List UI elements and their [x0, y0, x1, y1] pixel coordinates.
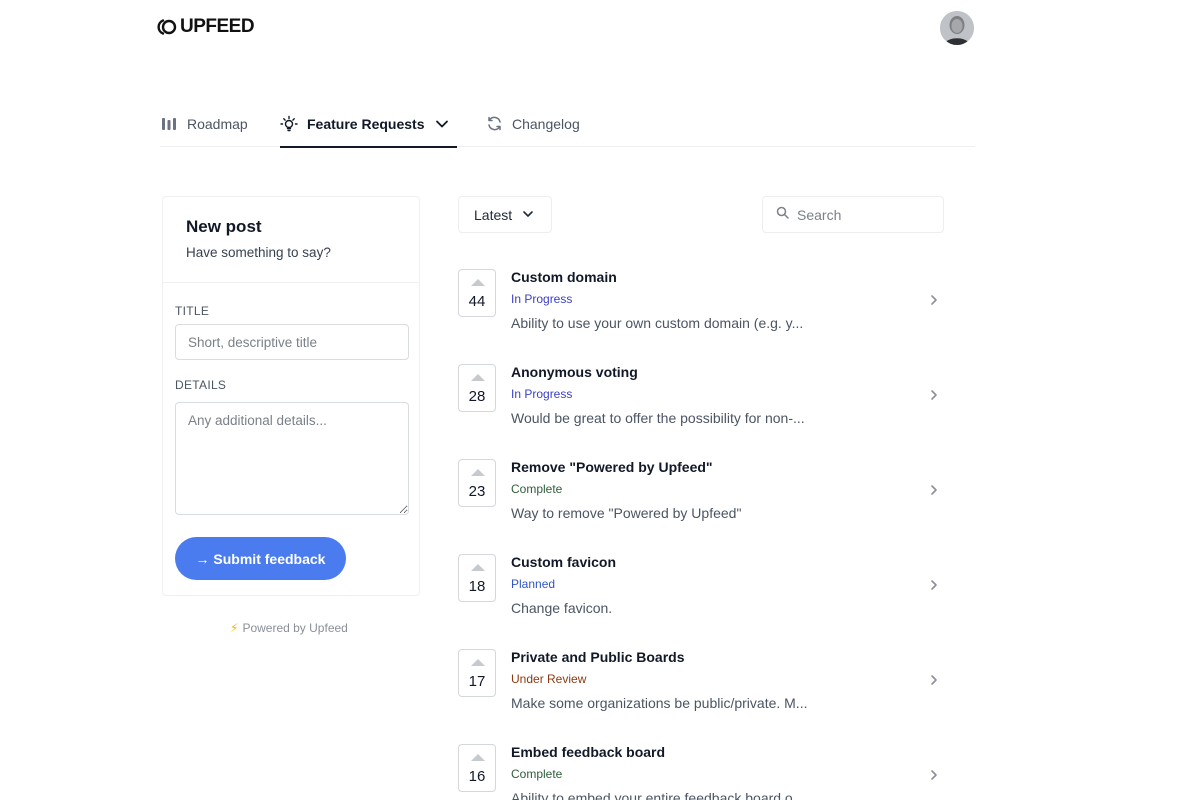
post-item[interactable]: 16 Embed feedback board Complete Ability…	[458, 744, 944, 800]
chevron-right-icon	[928, 483, 940, 495]
roadmap-bars-icon	[160, 115, 178, 133]
new-post-subtitle: Have something to say?	[186, 245, 331, 260]
brand-name: UPFEED	[180, 16, 255, 37]
search-box[interactable]	[762, 196, 944, 233]
chevron-right-icon	[928, 388, 940, 400]
upvote-button[interactable]: 17	[458, 649, 496, 697]
post-description: Would be great to offer the possibility …	[511, 410, 805, 426]
chevron-right-icon	[928, 768, 940, 780]
details-field-label: DETAILS	[175, 378, 227, 392]
upvote-arrow-icon	[471, 469, 485, 476]
tab-changelog-label: Changelog	[512, 115, 580, 132]
post-item[interactable]: 44 Custom domain In Progress Ability to …	[458, 269, 944, 349]
main-tabs: Roadmap Feature Requests Changelog	[160, 100, 975, 148]
tab-changelog[interactable]: Changelog	[485, 100, 580, 147]
post-item[interactable]: 18 Custom favicon Planned Change favicon…	[458, 554, 944, 634]
lightning-icon: ⚡	[230, 621, 239, 635]
vote-count: 23	[468, 483, 486, 500]
chevron-down-icon	[433, 115, 451, 133]
new-post-card: New post Have something to say? TITLE DE…	[162, 196, 420, 596]
active-tab-indicator	[280, 146, 458, 148]
upvote-button[interactable]: 28	[458, 364, 496, 412]
chevron-down-icon	[522, 207, 534, 223]
post-title: Custom favicon	[511, 554, 617, 570]
new-post-header: New post Have something to say?	[163, 197, 419, 283]
status-badge: In Progress	[511, 387, 573, 401]
post-title: Private and Public Boards	[511, 649, 685, 665]
lightbulb-icon	[280, 115, 298, 133]
details-textarea[interactable]	[175, 402, 409, 515]
tab-feature-requests[interactable]: Feature Requests	[280, 100, 458, 148]
chevron-right-icon	[928, 578, 940, 590]
sort-label: Latest	[474, 206, 513, 223]
status-badge: In Progress	[511, 292, 573, 306]
brand-logo[interactable]: UPFEED	[155, 16, 255, 38]
upvote-button[interactable]: 23	[458, 459, 496, 507]
post-title: Remove "Powered by Upfeed"	[511, 459, 713, 475]
post-description: Change favicon.	[511, 600, 613, 616]
status-badge: Planned	[511, 577, 556, 591]
upfeed-logo-icon	[155, 18, 177, 36]
post-item[interactable]: 23 Remove "Powered by Upfeed" Complete W…	[458, 459, 944, 539]
upvote-arrow-icon	[471, 754, 485, 761]
chevron-right-icon	[928, 673, 940, 685]
new-post-title: New post	[186, 217, 262, 236]
user-avatar[interactable]	[940, 11, 974, 45]
upvote-button[interactable]: 44	[458, 269, 496, 317]
tab-roadmap[interactable]: Roadmap	[160, 100, 248, 147]
status-badge: Complete	[511, 482, 563, 496]
powered-by-label: Powered by Upfeed	[242, 621, 348, 635]
vote-count: 44	[468, 293, 486, 310]
post-description: Ability to use your own custom domain (e…	[511, 315, 804, 331]
title-field-label: TITLE	[175, 304, 210, 318]
upvote-arrow-icon	[471, 659, 485, 666]
powered-by-link[interactable]: ⚡ Powered by Upfeed	[230, 621, 348, 635]
chevron-right-icon	[928, 293, 940, 305]
post-description: Way to remove "Powered by Upfeed"	[511, 505, 742, 521]
vote-count: 18	[468, 578, 486, 595]
tab-roadmap-label: Roadmap	[187, 115, 248, 132]
post-title: Embed feedback board	[511, 744, 666, 760]
search-input[interactable]	[797, 206, 937, 223]
post-description: Ability to embed your entire feedback bo…	[511, 790, 805, 800]
post-item[interactable]: 28 Anonymous voting In Progress Would be…	[458, 364, 944, 444]
post-title: Custom domain	[511, 269, 617, 285]
upvote-arrow-icon	[471, 374, 485, 381]
post-title: Anonymous voting	[511, 364, 638, 380]
vote-count: 16	[468, 768, 486, 785]
upvote-arrow-icon	[471, 279, 485, 286]
upvote-arrow-icon	[471, 564, 485, 571]
title-input[interactable]	[175, 324, 409, 360]
submit-feedback-button[interactable]: → Submit feedback	[175, 537, 346, 580]
post-item[interactable]: 17 Private and Public Boards Under Revie…	[458, 649, 944, 729]
post-description: Make some organizations be public/privat…	[511, 695, 808, 711]
vote-count: 28	[468, 388, 486, 405]
search-icon	[776, 206, 789, 224]
refresh-icon	[485, 115, 503, 133]
upvote-button[interactable]: 16	[458, 744, 496, 792]
status-badge: Complete	[511, 767, 563, 781]
upvote-button[interactable]: 18	[458, 554, 496, 602]
tab-feature-requests-label: Feature Requests	[307, 115, 425, 132]
sort-dropdown[interactable]: Latest	[458, 196, 552, 233]
status-badge: Under Review	[511, 672, 587, 686]
vote-count: 17	[468, 673, 486, 690]
